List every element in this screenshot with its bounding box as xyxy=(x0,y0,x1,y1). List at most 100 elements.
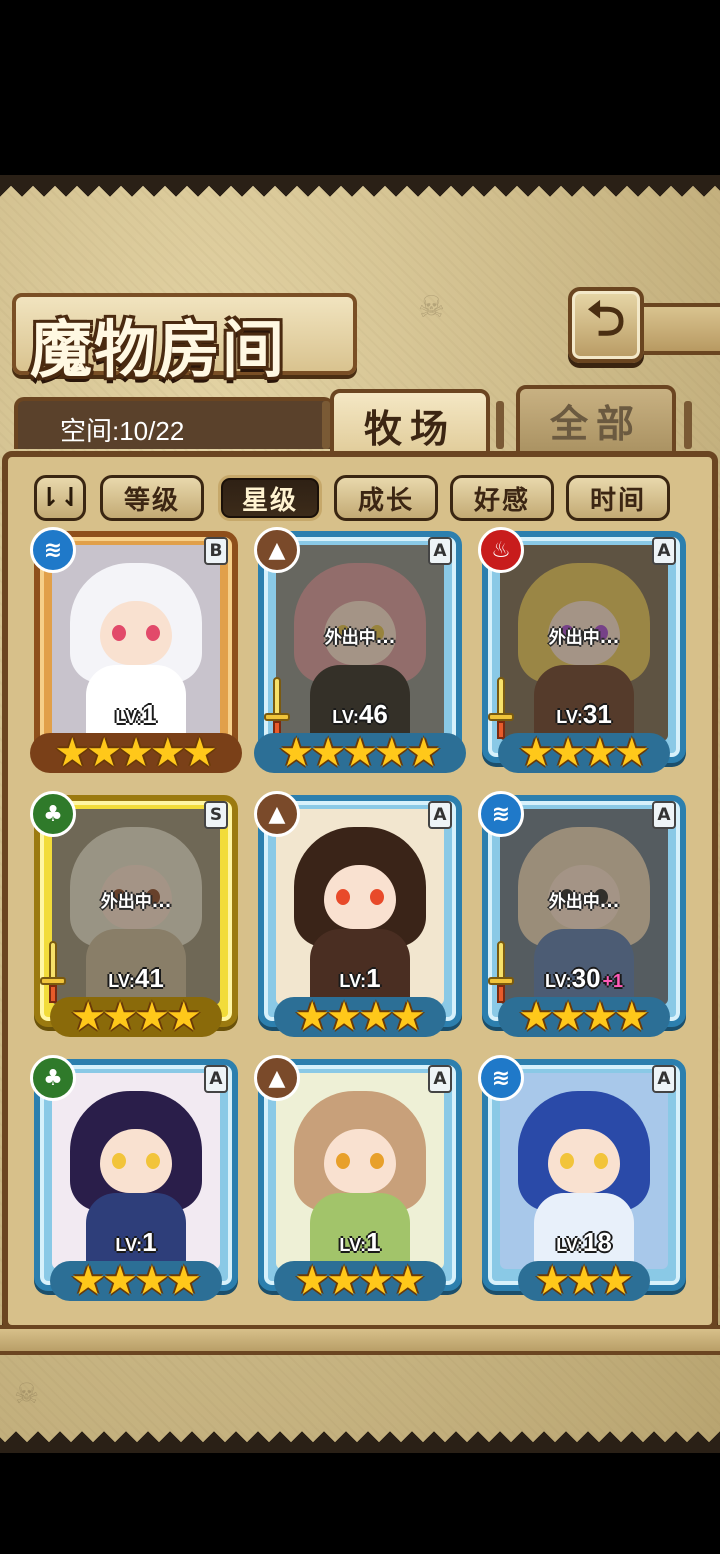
tab-all[interactable]: 全部 xyxy=(516,385,676,455)
level-value: 1 xyxy=(142,1227,157,1257)
star-rating: ★ ★ ★ ★ ★ xyxy=(258,731,462,775)
rank-badge: A xyxy=(204,1065,228,1093)
away-status: 外出中... xyxy=(324,628,396,648)
back-button[interactable]: ⮌ xyxy=(568,287,644,363)
sort-order-toggle[interactable]: ⇂⇃ xyxy=(34,475,86,521)
star-icon: ★ xyxy=(597,1258,634,1304)
level-prefix: LV: xyxy=(332,707,359,727)
star-rating: ★ ★ ★ ★ xyxy=(34,1259,238,1303)
filter-time[interactable]: 时间 xyxy=(566,475,670,521)
star-icon: ★ xyxy=(102,994,138,1040)
star-icon: ★ xyxy=(582,730,618,776)
star-icon: ★ xyxy=(149,730,186,776)
rank-badge: A xyxy=(652,1065,676,1093)
star-icon: ★ xyxy=(310,730,347,776)
level-prefix: LV: xyxy=(544,971,572,991)
star-icon: ★ xyxy=(70,994,107,1040)
star-icon: ★ xyxy=(613,994,650,1040)
skull-map-icon-2: ☠ xyxy=(14,1377,40,1410)
back-bar xyxy=(644,303,720,355)
star-rating: ★ ★ ★ ★ xyxy=(258,995,462,1039)
star-rating: ★ ★ ★ ★ xyxy=(34,995,238,1039)
level-bonus: +1 xyxy=(602,971,624,991)
star-icon: ★ xyxy=(70,1258,107,1304)
star-icon: ★ xyxy=(134,994,170,1040)
rank-badge: S xyxy=(204,801,228,829)
monster-card[interactable]: 外出中... ▲ A LV:46 ★ ★ ★ ★ ★ xyxy=(254,527,468,781)
star-rating: ★ ★ ★ ★ xyxy=(482,995,686,1039)
star-icon: ★ xyxy=(165,994,202,1040)
monster-card[interactable]: 外出中... ♣ S LV:41 ★ ★ ★ ★ xyxy=(30,791,244,1045)
water-element-icon: ≋ xyxy=(478,791,524,837)
star-icon: ★ xyxy=(102,1258,138,1304)
star-icon: ★ xyxy=(342,730,378,776)
star-icon: ★ xyxy=(534,1258,571,1304)
star-rating: ★ ★ ★ ★ ★ xyxy=(34,731,238,775)
star-icon: ★ xyxy=(550,730,586,776)
star-icon: ★ xyxy=(294,994,331,1040)
wood-element-icon: ♣ xyxy=(30,1055,76,1101)
filter-affection[interactable]: 好感 xyxy=(450,475,554,521)
level-prefix: LV: xyxy=(556,1235,583,1255)
title-banner: 魔物房间 xyxy=(12,293,357,386)
monster-level: LV:1 xyxy=(34,699,238,730)
level-value: 30 xyxy=(571,963,601,993)
rank-badge: A xyxy=(428,1065,452,1093)
star-icon: ★ xyxy=(326,1258,362,1304)
star-icon: ★ xyxy=(389,994,426,1040)
filter-level[interactable]: 等级 xyxy=(100,475,204,521)
torn-edge-bottom xyxy=(0,1431,720,1453)
earth-element-icon: ▲ xyxy=(254,527,300,573)
monster-level: LV:1 xyxy=(258,1227,462,1258)
star-icon: ★ xyxy=(405,730,442,776)
tab-rail-mid xyxy=(496,401,504,449)
star-icon: ★ xyxy=(389,1258,426,1304)
rank-badge: B xyxy=(204,537,228,565)
level-prefix: LV: xyxy=(339,1235,367,1255)
monster-card[interactable]: ▲ A LV:1 ★ ★ ★ ★ xyxy=(254,1055,468,1309)
level-value: 41 xyxy=(134,963,164,993)
tab-rail-left xyxy=(322,401,330,449)
star-icon: ★ xyxy=(294,1258,331,1304)
monster-card[interactable]: ♣ A LV:1 ★ ★ ★ ★ xyxy=(30,1055,244,1309)
monster-level: LV:18 xyxy=(482,1227,686,1258)
rank-badge: A xyxy=(652,801,676,829)
earth-element-icon: ▲ xyxy=(254,791,300,837)
star-icon: ★ xyxy=(278,730,315,776)
monster-card[interactable]: ▲ A LV:1 ★ ★ ★ ★ xyxy=(254,791,468,1045)
star-icon: ★ xyxy=(118,730,154,776)
monster-card[interactable]: 外出中... ♨ A LV:31 ★ ★ ★ ★ xyxy=(478,527,692,781)
level-value: 46 xyxy=(358,699,388,729)
level-value: 1 xyxy=(366,963,381,993)
monster-level: LV:31 xyxy=(482,699,686,730)
page-title: 魔物房间 xyxy=(30,313,287,386)
star-icon: ★ xyxy=(518,994,555,1040)
monster-level: LV:46 xyxy=(258,699,462,730)
filter-growth[interactable]: 成长 xyxy=(334,475,438,521)
water-element-icon: ≋ xyxy=(478,1055,524,1101)
level-prefix: LV: xyxy=(339,971,367,991)
back-arrow-icon: ⮌ xyxy=(586,290,626,347)
level-prefix: LV: xyxy=(108,971,135,991)
space-capacity: 空间:10/22 xyxy=(60,416,185,446)
monster-level: LV:1 xyxy=(258,963,462,994)
monster-card[interactable]: ≋ A LV:18 ★ ★ ★ xyxy=(478,1055,692,1309)
level-prefix: LV: xyxy=(556,707,583,727)
filter-stars[interactable]: 星级 xyxy=(218,475,322,521)
level-prefix: LV: xyxy=(115,707,143,727)
level-prefix: LV: xyxy=(115,1235,143,1255)
level-value: 1 xyxy=(366,1227,381,1257)
star-icon: ★ xyxy=(358,1258,394,1304)
star-icon: ★ xyxy=(181,730,218,776)
away-status: 外出中... xyxy=(548,892,620,912)
star-icon: ★ xyxy=(165,1258,202,1304)
star-icon: ★ xyxy=(54,730,91,776)
monster-card[interactable]: 外出中... ≋ A LV:30 +1 ★ ★ ★ ★ xyxy=(478,791,692,1045)
star-rating: ★ ★ ★ xyxy=(482,1259,686,1303)
star-rating: ★ ★ ★ ★ xyxy=(258,1259,462,1303)
star-icon: ★ xyxy=(358,994,394,1040)
game-area: ☠ ☠ 魔物房间 ⮌ 空间:10/22 牧场 全部 ⇂⇃ 等级 星级 成长 好感… xyxy=(0,175,720,1453)
star-icon: ★ xyxy=(518,730,555,776)
star-rating: ★ ★ ★ ★ xyxy=(482,731,686,775)
monster-card[interactable]: ≋ B LV:1 ★ ★ ★ ★ ★ xyxy=(30,527,244,781)
